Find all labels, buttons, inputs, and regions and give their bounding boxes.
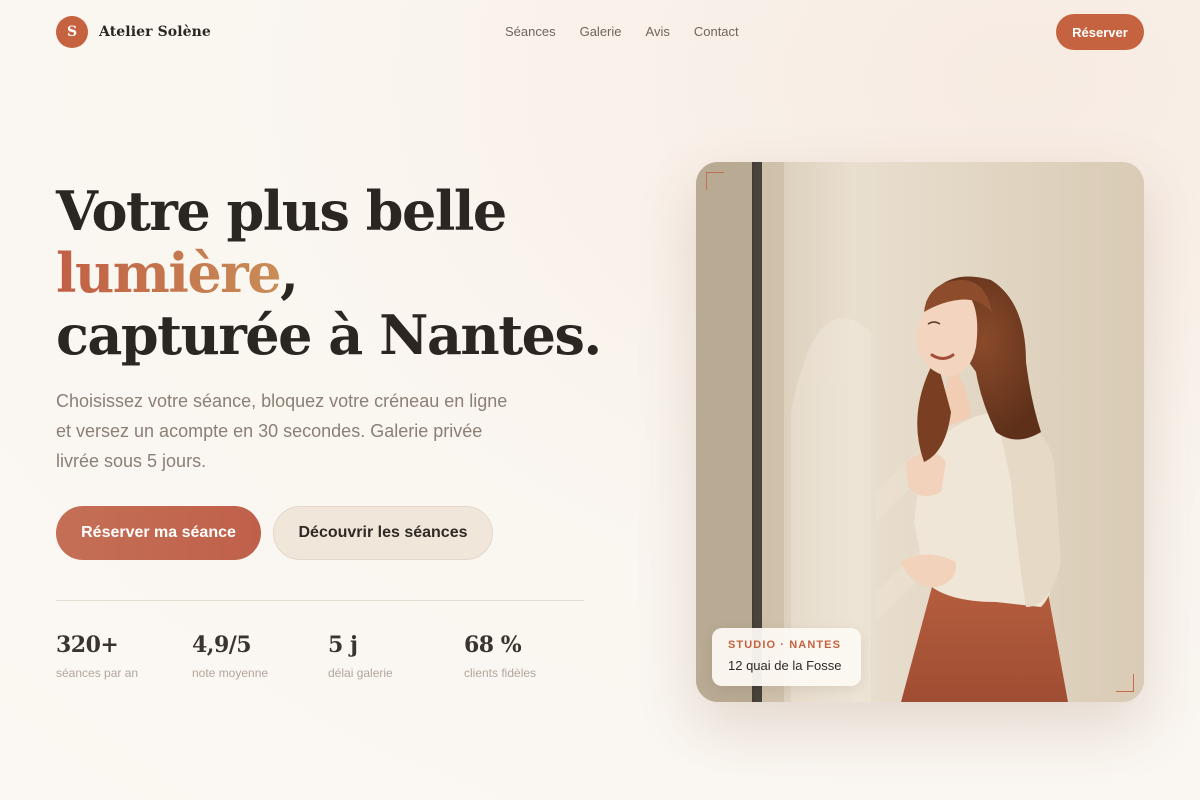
brand-logo[interactable]: S Atelier Solène <box>56 16 211 48</box>
studio-location-badge: STUDIO · NANTES 12 quai de la Fosse <box>712 628 861 686</box>
hero-subtitle: Choisissez votre séance, bloquez votre c… <box>56 391 508 471</box>
stat-value: 320+ <box>56 632 119 658</box>
stat-sessions: 320+ séances par an <box>56 632 186 680</box>
brand-name: Atelier Solène <box>99 24 211 40</box>
site-header: S Atelier Solène Séances Galerie Avis Co… <box>0 0 1200 64</box>
location-address: 12 quai de la Fosse <box>728 658 842 673</box>
nav-link-seances[interactable]: Séances <box>505 24 556 39</box>
stats-divider <box>56 600 584 601</box>
hero-headline: Votre plus belle lumière, capturée à Nan… <box>56 180 656 366</box>
headline-comma: , <box>280 241 299 305</box>
stat-label: note moyenne <box>192 666 269 680</box>
stat-gallery-delay: 5 j délai galerie <box>328 632 458 680</box>
stat-value: 4,9/5 <box>192 632 252 658</box>
stat-label: délai galerie <box>328 666 393 680</box>
location-title: STUDIO · NANTES <box>728 639 842 651</box>
stat-value: 5 j <box>328 632 358 658</box>
stat-rating: 4,9/5 note moyenne <box>192 632 322 680</box>
stat-loyal-clients: 68 % clients fidèles <box>464 632 594 680</box>
nav-link-contact[interactable]: Contact <box>694 24 739 39</box>
stat-value: 68 % <box>464 632 522 658</box>
frame-corner-top-left <box>706 172 724 190</box>
stat-label: séances par an <box>56 666 139 680</box>
headline-accent-word: lumière <box>56 241 282 305</box>
headline-line-1: Votre plus belle <box>56 179 507 243</box>
portrait-illustration <box>696 162 1144 702</box>
frame-corner-bottom-right <box>1116 674 1134 692</box>
nav-link-galerie[interactable]: Galerie <box>580 24 622 39</box>
book-session-button[interactable]: Réserver ma séance <box>56 506 261 560</box>
main-nav: Séances Galerie Avis Contact <box>505 24 739 39</box>
discover-sessions-button[interactable]: Découvrir les séances <box>273 506 493 560</box>
nav-link-avis[interactable]: Avis <box>646 24 670 39</box>
header-reserve-button[interactable]: Réserver <box>1056 14 1144 50</box>
hero-photo: STUDIO · NANTES 12 quai de la Fosse <box>696 162 1144 702</box>
headline-line-3: capturée à Nantes. <box>56 303 602 367</box>
logo-mark: S <box>56 16 88 48</box>
stat-label: clients fidèles <box>464 666 537 680</box>
stats-row: 320+ séances par an 4,9/5 note moyenne 5… <box>56 632 616 692</box>
